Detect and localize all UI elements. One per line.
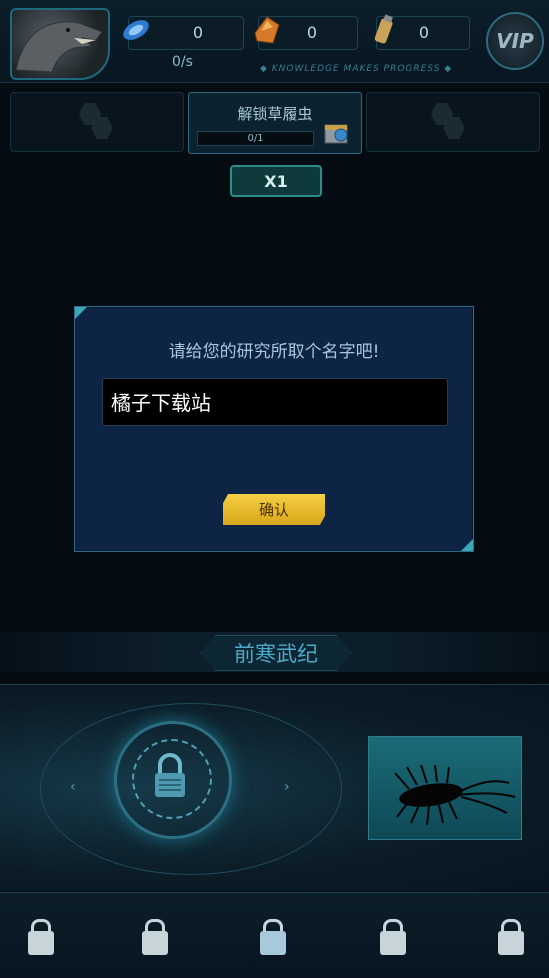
crystal-count: 0 [192, 23, 203, 42]
amber-gem-icon [254, 16, 280, 44]
dinosaur-avatar[interactable] [10, 8, 110, 80]
dialog-corner [461, 539, 473, 551]
nav-lock-upgrade-button[interactable] [252, 913, 294, 959]
canister-resource: 0 [374, 14, 470, 50]
dialog-corner [75, 307, 87, 319]
bottom-nav [0, 892, 549, 978]
dinosaur-head-icon [15, 21, 103, 73]
lock-body [28, 931, 54, 955]
left-arrow-icon[interactable]: ‹ [70, 779, 76, 795]
era-label[interactable]: 前寒武纪 [200, 635, 352, 671]
confirm-button[interactable]: 确认 [223, 494, 325, 525]
right-slot-panel [366, 92, 540, 152]
crystal-resource: 0 [123, 16, 244, 50]
nav-lock-button-5[interactable] [490, 913, 532, 959]
lock-body [260, 931, 286, 955]
vip-button[interactable]: VIP [486, 12, 544, 70]
nav-lock-button-2[interactable] [134, 913, 176, 959]
blue-crystal-icon [123, 20, 149, 40]
centipede-silhouette-icon [394, 764, 516, 826]
lock-body [142, 931, 168, 955]
specimen-window[interactable] [368, 736, 522, 840]
nav-lock-button-4[interactable] [372, 913, 414, 959]
institute-name-input[interactable]: 橘子下载站 [102, 378, 448, 426]
gem-count: 0 [306, 23, 317, 42]
motto-text: ◆ KNOWLEDGE MAKES PROGRESS ◆ [260, 64, 453, 74]
multiplier-button[interactable]: X1 [230, 165, 322, 197]
canister-icon [374, 14, 393, 44]
canister-count: 0 [418, 23, 429, 42]
naming-dialog: 请给您的研究所取个名字吧! 橘子下载站 确认 [74, 306, 474, 552]
padlock-icon [155, 753, 185, 797]
unlock-panel[interactable]: 解锁草履虫 0/1 [188, 92, 362, 154]
gem-resource: 0 [254, 16, 358, 50]
dialog-title: 请给您的研究所取个名字吧! [168, 342, 380, 362]
income-rate: 0/s [172, 54, 193, 70]
left-slot-panel [10, 92, 184, 152]
unlock-progress: 0/1 [197, 131, 314, 146]
supply-crate-icon [324, 124, 348, 144]
lock-body [498, 931, 524, 955]
nav-lock-button-1[interactable] [20, 913, 62, 959]
lock-body [380, 931, 406, 955]
right-arrow-icon[interactable]: › [284, 779, 290, 795]
